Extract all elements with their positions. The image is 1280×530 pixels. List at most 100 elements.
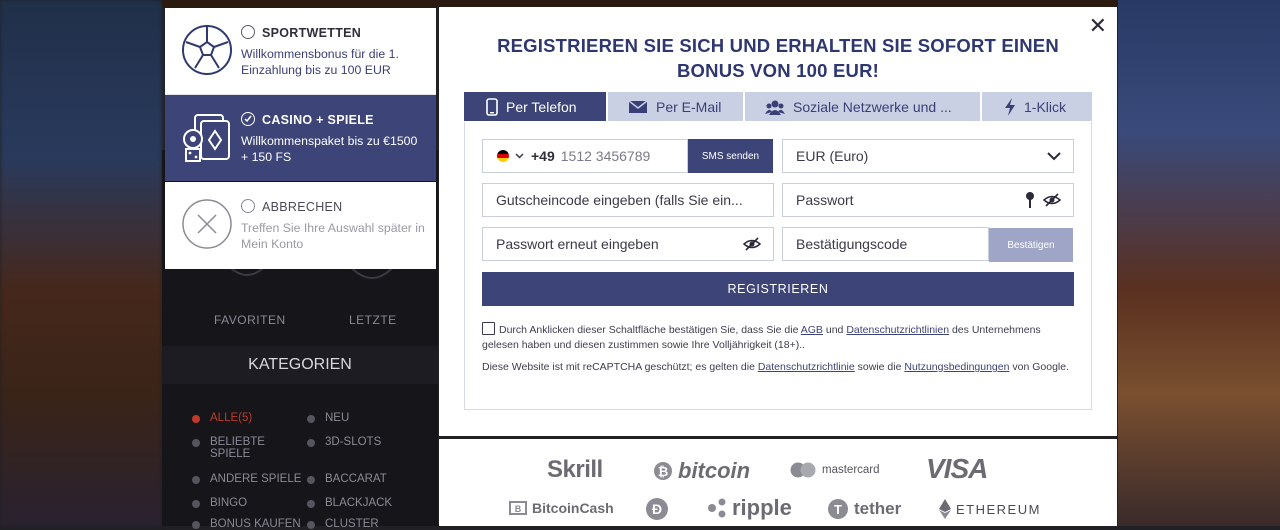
- bitcoin-logo: ₿ bitcoin: [653, 458, 750, 484]
- category-item[interactable]: BELIEBTE SPIELE: [192, 436, 272, 460]
- background-left: [0, 0, 162, 526]
- tab-phone[interactable]: Per Telefon: [464, 92, 606, 121]
- bitcoin-icon: ₿: [654, 462, 672, 480]
- category-item[interactable]: BACCARAT: [307, 473, 387, 485]
- radio-abbrechen[interactable]: [241, 199, 255, 213]
- tab-social[interactable]: Soziale Netzwerke und ...: [745, 92, 980, 121]
- category-item[interactable]: ANDERE SPIELE: [192, 473, 301, 485]
- soccer-ball-icon: [182, 25, 232, 75]
- password-repeat-input[interactable]: Passwort erneut eingeben: [482, 227, 774, 261]
- tab-label: Soziale Netzwerke und ...: [793, 98, 952, 115]
- tether-logo: T tether: [827, 498, 901, 520]
- bonus-option-sportwetten[interactable]: SPORTWETTEN Willkommensbonus für die 1. …: [165, 8, 436, 95]
- svg-text:B: B: [515, 504, 522, 514]
- svg-text:₿: ₿: [658, 464, 669, 479]
- tab-one-click[interactable]: 1-Klick: [982, 92, 1092, 121]
- background-right: [1118, 0, 1280, 526]
- bonus-option-casino[interactable]: CASINO + SPIELE Willkommenspaket bis zu …: [165, 95, 436, 181]
- recaptcha-part2: von Google.: [1012, 361, 1069, 373]
- users-icon: [765, 100, 785, 115]
- confirm-button[interactable]: Bestätigen: [989, 228, 1073, 262]
- recaptcha-notice: Diese Website ist mit reCAPTCHA geschütz…: [482, 360, 1072, 375]
- tether-icon: T: [828, 499, 848, 519]
- radio-casino-checked[interactable]: [241, 112, 255, 126]
- mastercard-logo: mastercard: [789, 462, 880, 478]
- skrill-logo: Skrill: [547, 456, 603, 483]
- favorites-link[interactable]: FAVORITEN: [214, 313, 286, 327]
- eye-hidden-icon[interactable]: [743, 237, 761, 251]
- category-item[interactable]: ALLE(5): [192, 412, 252, 424]
- radio-sportwetten[interactable]: [241, 25, 255, 39]
- terms-checkbox[interactable]: [482, 322, 495, 335]
- chevron-down-icon: [515, 153, 524, 159]
- tab-label: Per E-Mail: [656, 98, 722, 115]
- tab-email[interactable]: Per E-Mail: [608, 92, 743, 121]
- category-item[interactable]: BLACKJACK: [307, 497, 392, 509]
- phone-icon: [486, 97, 498, 116]
- option-description: Willkommensbonus für die 1. Einzahlung b…: [241, 47, 399, 77]
- modal-headline: REGISTRIEREN SIE SICH UND ERHALTEN SIE S…: [459, 33, 1097, 83]
- dash-coin-icon: Đ: [646, 498, 668, 520]
- register-button[interactable]: REGISTRIEREN: [482, 272, 1074, 306]
- bitcoincash-logo: B BitcoinCash: [509, 500, 614, 516]
- category-item[interactable]: NEU: [307, 412, 349, 424]
- eye-hidden-icon[interactable]: [1043, 193, 1061, 207]
- option-title: SPORTWETTEN: [262, 26, 362, 40]
- option-description: Willkommenspaket bis zu €1500 + 150 FS: [241, 134, 418, 164]
- option-title: ABBRECHEN: [262, 200, 343, 214]
- password-placeholder: Passwort: [796, 192, 854, 208]
- recent-link[interactable]: LETZTE: [349, 313, 397, 327]
- privacy-policy-link[interactable]: Datenschutzrichtlinien: [846, 324, 949, 336]
- registration-tabs: Per Telefon Per E-Mail Soziale Netzwerke…: [464, 92, 1092, 121]
- category-item[interactable]: BONUS KAUFEN: [192, 518, 301, 530]
- lightning-icon: [1005, 97, 1015, 116]
- svg-text:T: T: [834, 502, 842, 517]
- category-item[interactable]: 3D-SLOTS: [307, 436, 381, 448]
- recaptcha-part1: Diese Website ist mit reCAPTCHA geschütz…: [482, 361, 755, 373]
- payment-methods: Skrill ₿ bitcoin mastercard VISA B Bitco…: [439, 439, 1117, 526]
- check-icon: [244, 115, 252, 123]
- bonus-option-abbrechen[interactable]: ABBRECHEN Treffen Sie Ihre Auswahl späte…: [165, 182, 436, 269]
- tab-label: 1-Klick: [1024, 98, 1067, 115]
- category-item[interactable]: CLUSTER: [307, 518, 379, 530]
- phone-field[interactable]: +49 1512 3456789: [482, 139, 688, 173]
- option-title: CASINO + SPIELE: [262, 113, 374, 127]
- german-flag-icon: [497, 150, 509, 162]
- password-input[interactable]: Passwort: [782, 183, 1074, 217]
- key-icon[interactable]: [1025, 191, 1035, 209]
- bitcoincash-icon: B: [509, 501, 527, 515]
- phone-placeholder: 1512 3456789: [560, 148, 651, 164]
- svg-text:Đ: Đ: [652, 501, 662, 517]
- casino-cards-dice-icon: [183, 114, 230, 162]
- ethereum-logo: ETHEREUM: [939, 499, 1041, 519]
- google-privacy-link[interactable]: Datenschutzrichtlinie: [758, 361, 855, 373]
- dash-coin-logo: Đ: [645, 497, 669, 521]
- currency-select[interactable]: EUR (Euro): [782, 139, 1074, 173]
- terms-text: Durch Anklicken dieser Schaltfläche best…: [482, 322, 1072, 353]
- category-item[interactable]: BINGO: [192, 497, 247, 509]
- ripple-icon: [708, 498, 726, 518]
- promo-placeholder: Gutscheincode eingeben (falls Sie ein...: [496, 192, 743, 208]
- ethereum-icon: [939, 499, 951, 519]
- recaptcha-sowie: sowie die: [857, 361, 902, 373]
- promo-code-input[interactable]: Gutscheincode eingeben (falls Sie ein...: [482, 183, 774, 217]
- confirmation-code-input[interactable]: Bestätigungscode: [782, 227, 989, 261]
- cancel-circle-icon: [182, 199, 232, 249]
- registration-modal: ✕ REGISTRIEREN SIE SICH UND ERHALTEN SIE…: [439, 7, 1117, 436]
- headline-line-1: REGISTRIEREN SIE SICH UND ERHALTEN SIE S…: [497, 35, 1059, 56]
- password-repeat-placeholder: Passwort erneut eingeben: [496, 236, 659, 252]
- tab-label: Per Telefon: [506, 98, 577, 115]
- country-code: +49: [531, 148, 555, 164]
- confirmation-placeholder: Bestätigungscode: [796, 236, 908, 252]
- terms-part1: Durch Anklicken dieser Schaltfläche best…: [499, 324, 799, 336]
- option-description: Treffen Sie Ihre Auswahl später in Mein …: [241, 221, 425, 251]
- chevron-down-icon: [1047, 151, 1061, 160]
- agb-link[interactable]: AGB: [801, 324, 823, 336]
- headline-line-2: BONUS VON 100 EUR!: [676, 60, 879, 81]
- sms-send-button[interactable]: SMS senden: [688, 139, 773, 173]
- currency-value: EUR (Euro): [796, 148, 869, 164]
- google-terms-link[interactable]: Nutzungsbedingungen: [904, 361, 1009, 373]
- terms-und: und: [825, 324, 844, 336]
- envelope-icon: [628, 99, 648, 113]
- visa-logo: VISA: [926, 453, 988, 484]
